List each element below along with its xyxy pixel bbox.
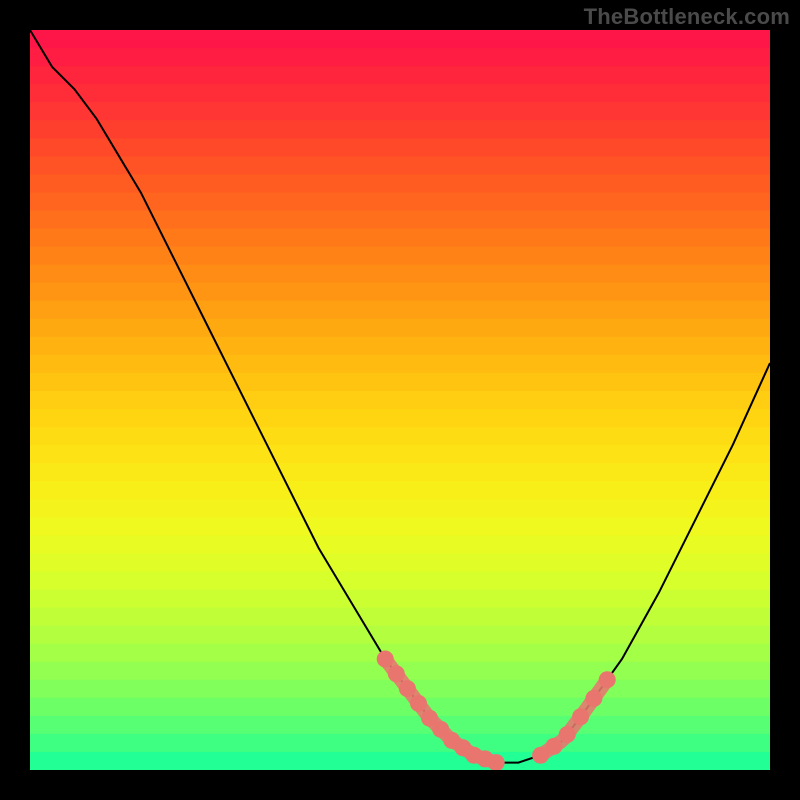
gradient-band	[30, 535, 770, 554]
gradient-band	[30, 698, 770, 717]
gradient-band	[30, 608, 770, 627]
gradient-band	[30, 626, 770, 645]
gradient-band	[30, 301, 770, 320]
gradient-band	[30, 409, 770, 428]
gradient-band	[30, 319, 770, 338]
plot-area	[30, 30, 770, 770]
highlight-dot	[377, 651, 394, 668]
gradient-band	[30, 229, 770, 248]
gradient-band	[30, 373, 770, 392]
gradient-band	[30, 445, 770, 464]
gradient-band	[30, 337, 770, 356]
gradient-band	[30, 30, 770, 49]
gradient-band	[30, 481, 770, 500]
gradient-band	[30, 66, 770, 85]
highlight-dot	[410, 695, 427, 712]
gradient-band	[30, 265, 770, 284]
gradient-band	[30, 247, 770, 266]
highlight-dot	[559, 726, 576, 743]
gradient-band	[30, 553, 770, 572]
gradient-band	[30, 463, 770, 482]
gradient-band	[30, 102, 770, 121]
gradient-band	[30, 734, 770, 753]
gradient-band	[30, 48, 770, 67]
chart-frame: TheBottleneck.com	[0, 0, 800, 800]
gradient-band	[30, 283, 770, 302]
highlight-dot	[599, 671, 616, 688]
gradient-band	[30, 120, 770, 139]
gradient-band	[30, 499, 770, 518]
highlight-dot	[585, 690, 602, 707]
gradient-band	[30, 174, 770, 193]
gradient-band	[30, 84, 770, 103]
gradient-band	[30, 391, 770, 410]
gradient-band	[30, 517, 770, 536]
highlight-dot	[388, 665, 405, 682]
highlight-dot	[545, 738, 562, 755]
gradient-band	[30, 210, 770, 229]
gradient-band	[30, 571, 770, 590]
gradient-band	[30, 427, 770, 446]
gradient-band	[30, 192, 770, 211]
highlight-dot	[572, 708, 589, 725]
chart-svg	[30, 30, 770, 770]
gradient-band	[30, 355, 770, 374]
gradient-band	[30, 156, 770, 175]
gradient-band	[30, 644, 770, 663]
gradient-band	[30, 752, 770, 770]
watermark-text: TheBottleneck.com	[584, 4, 790, 30]
gradient-band	[30, 716, 770, 735]
highlight-dot	[399, 680, 416, 697]
gradient-band	[30, 138, 770, 157]
